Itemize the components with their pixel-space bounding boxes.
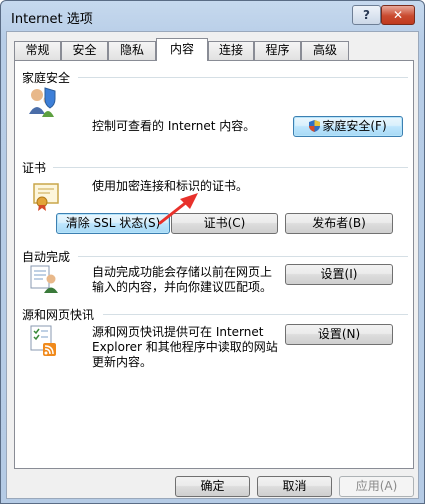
internet-options-window: Internet 选项 ? ✕ 常规 安全 隐私 内容 连接 程序 高级 家庭安… (0, 0, 425, 504)
tab-content[interactable]: 内容 (156, 38, 208, 61)
tab-general[interactable]: 常规 (14, 41, 61, 60)
family-safety-button-label: 家庭安全(F) (322, 119, 387, 133)
window-title: Internet 选项 (11, 12, 93, 27)
ok-button[interactable]: 确定 (175, 476, 250, 497)
feeds-settings-button[interactable]: 设置(N) (285, 324, 393, 345)
feeds-heading: 源和网页快讯 (22, 308, 95, 322)
feeds-description-line1: 源和网页快讯提供可在 Internet (92, 325, 264, 339)
certificates-divider (53, 167, 408, 168)
autocomplete-settings-button[interactable]: 设置(I) (285, 264, 393, 285)
feeds-icon (30, 325, 56, 356)
cancel-button[interactable]: 取消 (257, 476, 332, 497)
title-bar[interactable]: Internet 选项 ? ✕ (1, 1, 424, 31)
feeds-description-line2: Explorer 和其他程序中读取的网站 (92, 340, 278, 354)
autocomplete-divider (78, 256, 408, 257)
tab-connections[interactable]: 连接 (208, 41, 254, 60)
help-button[interactable]: ? (352, 5, 381, 25)
publishers-button[interactable]: 发布者(B) (285, 213, 393, 234)
feeds-description-line3: 更新内容。 (92, 355, 153, 369)
family-safety-icon (29, 87, 56, 117)
family-safety-description: 控制可查看的 Internet 内容。 (92, 119, 256, 133)
certificate-icon (33, 183, 59, 211)
autocomplete-description-line1: 自动完成功能会存储以前在网页上 (92, 265, 273, 279)
autocomplete-heading: 自动完成 (22, 250, 71, 264)
tab-privacy[interactable]: 隐私 (108, 41, 156, 60)
family-safety-heading: 家庭安全 (22, 71, 71, 85)
shield-icon (309, 120, 321, 132)
tab-programs[interactable]: 程序 (254, 41, 301, 60)
autocomplete-description-line2: 输入的内容，并向你建议匹配项。 (92, 280, 273, 294)
content-tab-panel: 家庭安全 控制可查看的 Internet 内容。 家庭安全(F) 证书 使用加密… (14, 60, 414, 469)
close-button[interactable]: ✕ (381, 5, 415, 25)
family-safety-button[interactable]: 家庭安全(F) (293, 116, 403, 137)
dialog-client-area: 常规 安全 隐私 内容 连接 程序 高级 家庭安全 控制可查看的 Interne… (6, 31, 419, 499)
tab-security[interactable]: 安全 (61, 41, 108, 60)
tab-advanced[interactable]: 高级 (301, 41, 349, 60)
apply-button[interactable]: 应用(A) (339, 476, 414, 497)
autocomplete-icon (30, 265, 58, 293)
annotation-arrow-icon (158, 193, 198, 225)
family-safety-divider (78, 77, 408, 78)
feeds-divider (103, 314, 408, 315)
clear-ssl-state-button[interactable]: 清除 SSL 状态(S) (56, 213, 170, 234)
certificates-heading: 证书 (22, 161, 47, 175)
